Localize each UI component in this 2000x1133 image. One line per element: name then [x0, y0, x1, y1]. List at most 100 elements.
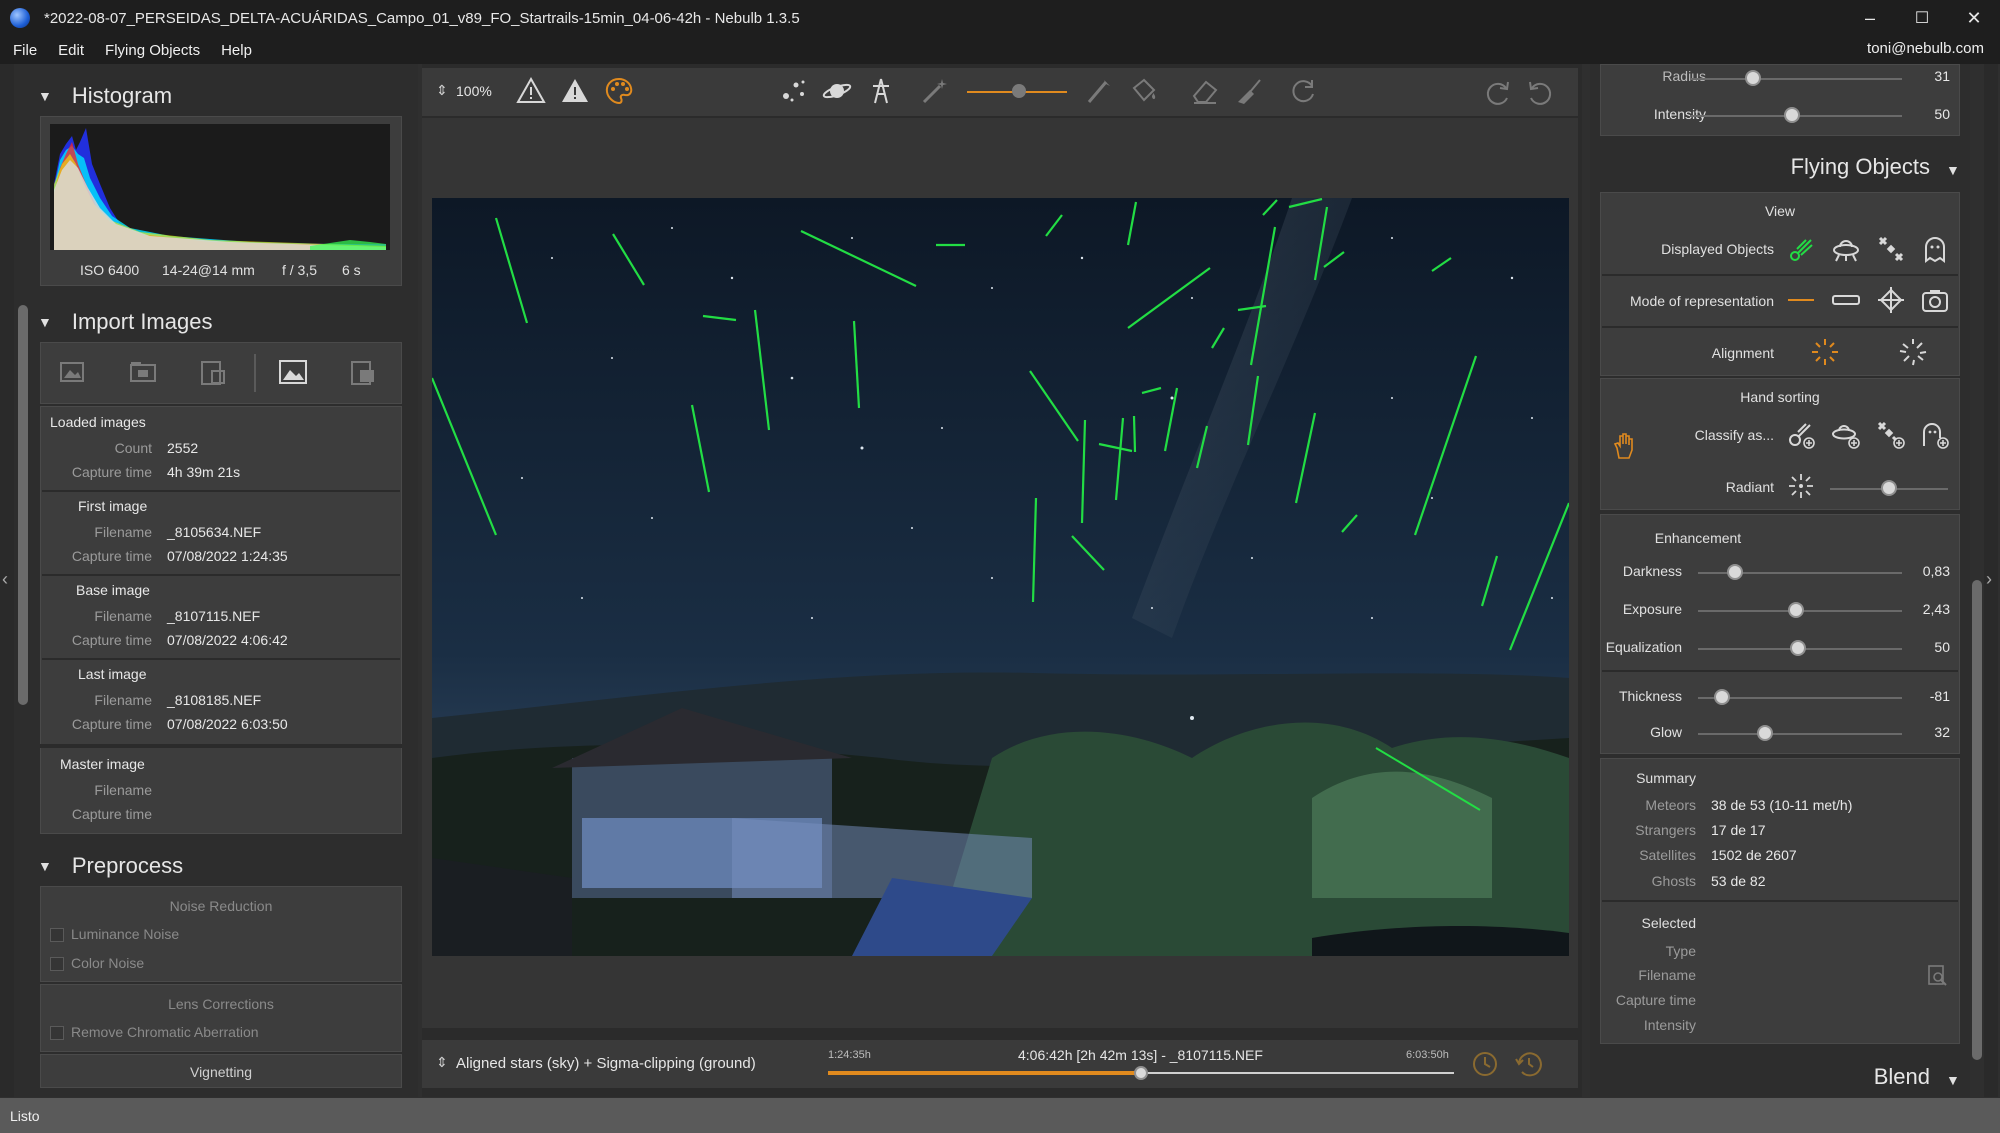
chevron-left-icon[interactable]: ‹ — [2, 569, 8, 590]
collapse-triangle-icon[interactable]: ▼ — [1946, 162, 1960, 178]
menu-flying-objects[interactable]: Flying Objects — [105, 42, 200, 59]
thickness-knob[interactable] — [1714, 689, 1730, 705]
satellite-icon[interactable] — [1876, 234, 1906, 264]
glow-knob[interactable] — [1757, 725, 1773, 741]
stack-mode-arrows-icon[interactable]: ⇕ — [436, 1054, 448, 1071]
palette-icon[interactable] — [604, 76, 634, 106]
ufo-icon[interactable] — [1831, 234, 1861, 264]
blend-title[interactable]: Blend — [1600, 1064, 1930, 1096]
radius-slider[interactable] — [1690, 78, 1902, 80]
classify-ghost-icon[interactable] — [1920, 420, 1950, 450]
brush-size-knob[interactable] — [1012, 84, 1026, 98]
equalization-value: 50 — [1934, 639, 1950, 655]
stars-icon[interactable] — [778, 76, 808, 106]
radius-knob[interactable] — [1745, 70, 1761, 86]
app-window: *2022-08-07_PERSEIDAS_DELTA-ACUÁRIDAS_Ca… — [0, 0, 2000, 1133]
collapse-triangle-icon[interactable]: ▼ — [1946, 1072, 1960, 1088]
right-scrollbar[interactable] — [1972, 580, 1982, 1060]
meteor-display-icon[interactable] — [1786, 234, 1816, 264]
radius-label: Radius — [1662, 68, 1706, 84]
right-collapse-bar[interactable]: › — [1984, 64, 1998, 1097]
broom-icon[interactable] — [1234, 76, 1264, 106]
displayed-objects-label: Displayed Objects — [1661, 241, 1774, 257]
paste-images-icon[interactable] — [198, 357, 228, 387]
refresh-icon[interactable] — [1288, 76, 1318, 106]
locate-file-icon[interactable] — [1922, 961, 1952, 991]
crosshair-mode-icon[interactable] — [1876, 285, 1906, 315]
intensity-knob[interactable] — [1784, 107, 1800, 123]
add-images-icon[interactable] — [58, 357, 88, 387]
timeline-current: 4:06:42h [2h 42m 13s] - _8107115.NEF — [1018, 1047, 1263, 1063]
thickness-label: Thickness — [1618, 688, 1682, 704]
stack-mode-selector[interactable]: Aligned stars (sky) + Sigma-clipping (gr… — [456, 1055, 756, 1072]
last-capture-time: 07/08/2022 6:03:50 — [167, 716, 288, 732]
luminance-noise-checkbox[interactable] — [50, 928, 64, 942]
left-collapse-bar[interactable]: ‹ — [0, 64, 14, 1097]
import-images-header[interactable]: ▼ Import Images — [38, 304, 212, 340]
collapse-triangle-icon[interactable]: ▼ — [38, 88, 52, 104]
clock-reset-icon[interactable] — [1514, 1049, 1544, 1079]
menu-help[interactable]: Help — [221, 42, 252, 59]
clipboard-image-icon[interactable] — [348, 357, 378, 387]
add-folder-icon[interactable] — [128, 357, 158, 387]
filename-key: Filename — [94, 692, 152, 708]
classify-satellite-icon[interactable] — [1876, 420, 1906, 450]
radiant-knob[interactable] — [1881, 480, 1897, 496]
equalization-knob[interactable] — [1790, 640, 1806, 656]
darkness-knob[interactable] — [1727, 564, 1743, 580]
count-value: 2552 — [167, 440, 199, 456]
eraser-icon[interactable] — [1190, 76, 1220, 106]
histogram-graph — [50, 124, 390, 250]
warning-outline-icon[interactable] — [516, 76, 546, 106]
satellites-value: 1502 de 2607 — [1711, 847, 1797, 863]
preprocess-title: Preprocess — [71, 853, 184, 878]
stacked-photo[interactable] — [432, 198, 1569, 956]
radiant-aligned-icon[interactable] — [1810, 337, 1840, 367]
remove-chromatic-aberration-checkbox[interactable] — [50, 1026, 64, 1040]
separator — [42, 574, 400, 576]
zoom-level[interactable]: 100% — [456, 83, 492, 99]
collapse-triangle-icon[interactable]: ▼ — [38, 858, 52, 874]
timeline-knob[interactable] — [1134, 1066, 1148, 1080]
user-account[interactable]: toni@nebulb.com — [1867, 40, 1984, 57]
flying-objects-title[interactable]: Flying Objects — [1600, 154, 1930, 180]
brush-icon[interactable] — [1084, 76, 1114, 106]
classify-ufo-icon[interactable] — [1831, 420, 1861, 450]
master-image-icon[interactable] — [278, 357, 308, 387]
classify-meteor-icon[interactable] — [1786, 420, 1816, 450]
warning-filled-icon[interactable] — [560, 76, 590, 106]
planet-icon[interactable] — [822, 76, 852, 106]
filename-key: Filename — [94, 524, 152, 540]
chevron-right-icon[interactable]: › — [1986, 569, 1992, 590]
filename-key: Filename — [94, 608, 152, 624]
radiant-free-icon[interactable] — [1898, 337, 1928, 367]
fill-bucket-icon[interactable] — [1128, 76, 1158, 106]
collapse-triangle-icon[interactable]: ▼ — [38, 314, 52, 330]
line-mode-icon[interactable] — [1786, 285, 1816, 315]
undo-icon[interactable] — [1526, 76, 1556, 106]
camera-icon[interactable] — [1920, 285, 1950, 315]
zoom-arrows-icon[interactable]: ⇕ — [436, 82, 448, 99]
darkness-value: 0,83 — [1922, 563, 1950, 579]
maximize-button[interactable]: ☐ — [1894, 0, 1950, 36]
exposure-knob[interactable] — [1788, 602, 1804, 618]
close-button[interactable]: ✕ — [1946, 0, 2000, 36]
histogram-header[interactable]: ▼ Histogram — [38, 78, 172, 114]
menu-file[interactable]: File — [13, 42, 37, 59]
base-capture-time: 07/08/2022 4:06:42 — [167, 632, 288, 648]
color-noise-checkbox[interactable] — [50, 957, 64, 971]
box-mode-icon[interactable] — [1831, 285, 1861, 315]
preprocess-header[interactable]: ▼ Preprocess — [38, 848, 183, 884]
ghost-icon[interactable] — [1920, 234, 1950, 264]
exposure-label: Exposure — [1622, 601, 1682, 617]
radiant-icon[interactable] — [1786, 471, 1816, 501]
redo-icon[interactable] — [1482, 76, 1512, 106]
menu-edit[interactable]: Edit — [58, 42, 84, 59]
glow-slider[interactable] — [1698, 733, 1902, 735]
magic-wand-icon[interactable] — [920, 76, 950, 106]
tower-icon[interactable] — [866, 76, 896, 106]
left-scrollbar[interactable] — [18, 305, 28, 705]
lens-corrections-title: Lens Corrections — [168, 996, 274, 1012]
clock-icon[interactable] — [1470, 1049, 1500, 1079]
minimize-button[interactable]: – — [1842, 0, 1898, 36]
